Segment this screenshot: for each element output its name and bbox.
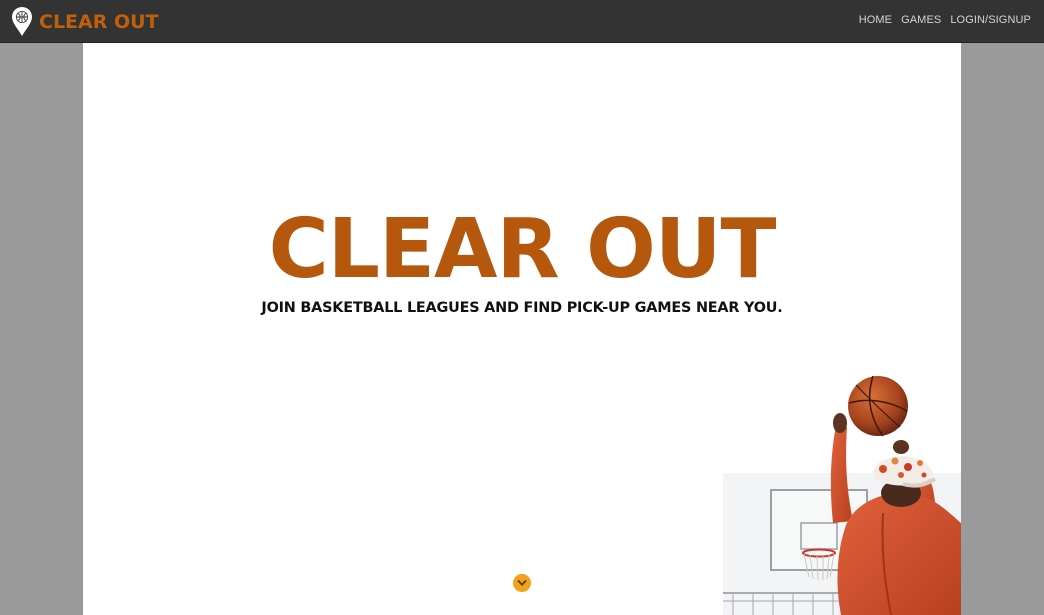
navbar: CLEAR OUT HOME GAMES LOGIN/SIGNUP bbox=[0, 0, 1044, 43]
brand-name: CLEAR OUT bbox=[39, 11, 159, 33]
hero-subtitle: JOIN BASKETBALL LEAGUES AND FIND PICK-UP… bbox=[261, 300, 783, 316]
nav-links: HOME GAMES LOGIN/SIGNUP bbox=[859, 14, 1031, 26]
chevron-down-icon bbox=[517, 580, 527, 586]
nav-home-link[interactable]: HOME bbox=[859, 14, 892, 26]
scroll-down-button[interactable] bbox=[513, 574, 531, 592]
nav-games-link[interactable]: GAMES bbox=[901, 14, 941, 26]
hero-title: CLEAR OUT bbox=[268, 202, 777, 297]
hero-panel: CLEAR OUT JOIN BASKETBALL LEAGUES AND FI… bbox=[83, 43, 961, 615]
basketball-player-shooting-photo bbox=[723, 375, 961, 615]
basketball-location-pin-icon bbox=[12, 7, 32, 36]
brand-logo-link[interactable]: CLEAR OUT bbox=[11, 6, 159, 38]
nav-login-signup-link[interactable]: LOGIN/SIGNUP bbox=[950, 14, 1031, 26]
